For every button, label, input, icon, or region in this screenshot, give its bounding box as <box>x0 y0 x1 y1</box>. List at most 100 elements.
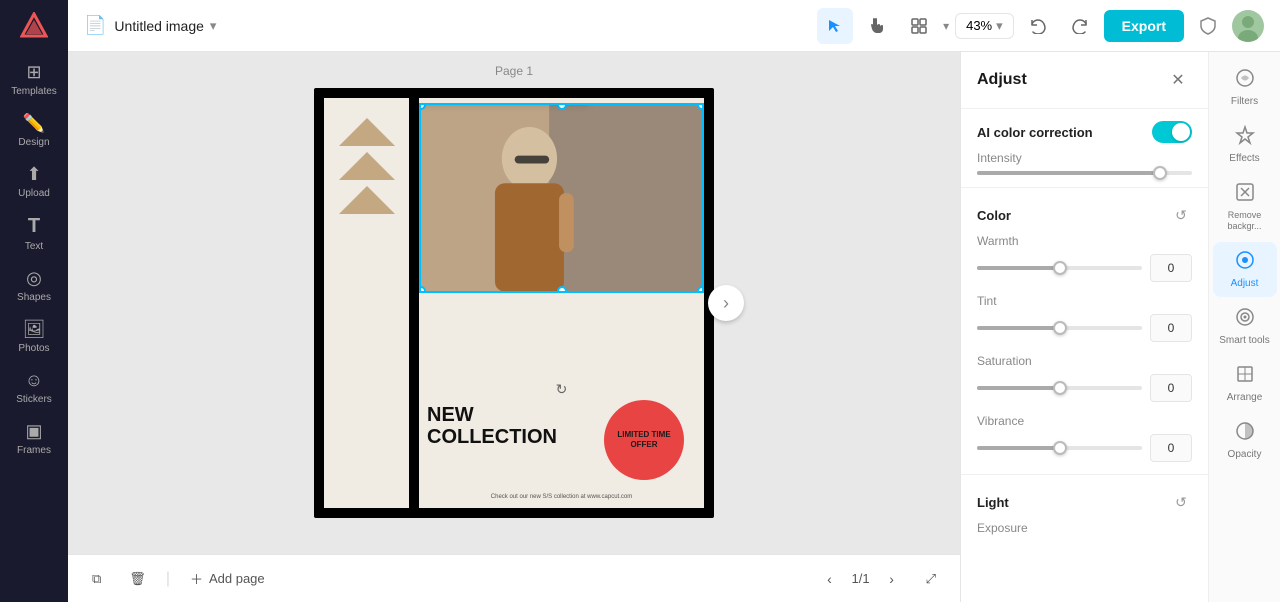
avatar-image <box>1232 10 1264 42</box>
frames-icon: ▣ <box>25 421 42 442</box>
exposure-slider-section: Exposure <box>961 517 1208 549</box>
smart-tools-tool[interactable]: Smart tools <box>1213 299 1277 354</box>
warmth-slider-section: Warmth 0 <box>961 230 1208 290</box>
saturation-value[interactable]: 0 <box>1150 374 1192 402</box>
sidebar-item-templates[interactable]: ⊞ Templates <box>6 56 62 103</box>
saturation-fill <box>977 386 1060 390</box>
triangle-2 <box>339 152 395 180</box>
design-left-panel <box>324 98 409 508</box>
expand-button[interactable]: ⤢ <box>918 567 944 591</box>
sidebar-item-upload[interactable]: ⬆ Upload <box>6 158 62 205</box>
sidebar-item-photos[interactable]: 🖼 Photos <box>6 313 62 360</box>
topbar: 📄 Untitled image ▾ ▾ 43% ▾ Export <box>68 0 1280 52</box>
shield-icon-button[interactable] <box>1190 8 1226 44</box>
duplicate-icon: ⧉ <box>92 571 101 587</box>
add-page-button[interactable]: ＋ Add page <box>182 565 273 592</box>
app-logo[interactable] <box>16 8 52 44</box>
export-button[interactable]: Export <box>1104 10 1184 42</box>
intensity-slider-row <box>977 171 1192 175</box>
shapes-icon: ◎ <box>26 268 42 289</box>
handle-bl[interactable] <box>419 286 426 293</box>
sidebar-item-design[interactable]: ✏️ Design <box>6 107 62 154</box>
tint-value[interactable]: 0 <box>1150 314 1192 342</box>
color-reset-button[interactable]: ↺ <box>1170 204 1192 226</box>
vibrance-thumb[interactable] <box>1053 441 1067 455</box>
sidebar-item-shapes[interactable]: ◎ Shapes <box>6 262 62 309</box>
photo-svg <box>421 105 702 291</box>
remove-bg-tool[interactable]: Remove backgr... <box>1213 174 1277 240</box>
trash-button[interactable]: 🗑 <box>121 567 154 591</box>
user-avatar[interactable] <box>1232 10 1264 42</box>
handle-br[interactable] <box>697 286 704 293</box>
divider: | <box>166 570 170 588</box>
layout-chevron[interactable]: ▾ <box>943 19 949 33</box>
opacity-tool[interactable]: Opacity <box>1213 413 1277 468</box>
redo-button[interactable] <box>1062 8 1098 44</box>
select-tool-button[interactable] <box>817 8 853 44</box>
title-chevron-icon[interactable]: ▾ <box>210 18 217 34</box>
vibrance-label: Vibrance <box>977 414 1192 428</box>
design-inner: @CapCut ••• LIMITED TI <box>419 98 704 508</box>
vibrance-slider-row: 0 <box>977 434 1192 462</box>
new-collection-text[interactable]: NEW COLLECTION <box>427 404 704 448</box>
tint-track[interactable] <box>977 326 1142 330</box>
tint-fill <box>977 326 1060 330</box>
tint-slider-row: 0 <box>977 314 1192 342</box>
zoom-control[interactable]: 43% ▾ <box>955 13 1014 39</box>
divider-2 <box>961 474 1208 475</box>
left-sidebar: ⊞ Templates ✏️ Design ⬆ Upload T Text ◎ … <box>0 0 68 602</box>
close-button[interactable]: ✕ <box>1164 66 1192 94</box>
arrange-tool[interactable]: Arrange <box>1213 356 1277 411</box>
divider-1 <box>961 187 1208 188</box>
filters-tool[interactable]: Filters <box>1213 60 1277 115</box>
adjust-tool[interactable]: Adjust <box>1213 242 1277 297</box>
sidebar-item-frames[interactable]: ▣ Frames <box>6 415 62 462</box>
file-icon: 📄 <box>84 15 106 36</box>
smart-tools-icon <box>1235 307 1255 332</box>
canvas-wrapper[interactable]: @CapCut ••• LIMITED TI <box>314 88 714 518</box>
undo-button[interactable] <box>1020 8 1056 44</box>
sidebar-item-stickers[interactable]: ☺ Stickers <box>6 364 62 411</box>
add-page-icon: ＋ <box>190 569 203 588</box>
warmth-value[interactable]: 0 <box>1150 254 1192 282</box>
handle-tr[interactable] <box>697 103 704 110</box>
saturation-label: Saturation <box>977 354 1192 368</box>
vibrance-track[interactable] <box>977 446 1142 450</box>
effects-tool[interactable]: Effects <box>1213 117 1277 172</box>
vibrance-value[interactable]: 0 <box>1150 434 1192 462</box>
intensity-thumb[interactable] <box>1153 166 1167 180</box>
ai-correction-toggle[interactable] <box>1152 121 1192 143</box>
redo-icon <box>1072 18 1088 34</box>
light-label: Light <box>977 495 1009 510</box>
opacity-icon <box>1235 421 1255 446</box>
next-page-arrow[interactable]: › <box>708 285 744 321</box>
warmth-thumb[interactable] <box>1053 261 1067 275</box>
next-page-button[interactable]: › <box>878 565 906 593</box>
zoom-chevron-icon: ▾ <box>996 18 1003 34</box>
light-section-row: Light ↺ <box>961 479 1208 517</box>
undo-icon <box>1030 18 1046 34</box>
layout-tool-button[interactable] <box>901 8 937 44</box>
intensity-track[interactable] <box>977 171 1192 175</box>
canvas-area: Page 1 <box>68 52 960 554</box>
light-reset-button[interactable]: ↺ <box>1170 491 1192 513</box>
effects-icon <box>1235 125 1255 150</box>
ai-correction-row: AI color correction <box>961 109 1208 147</box>
prev-page-button[interactable]: ‹ <box>816 565 844 593</box>
hand-tool-button[interactable] <box>859 8 895 44</box>
saturation-track[interactable] <box>977 386 1142 390</box>
handle-bc[interactable] <box>557 286 567 293</box>
refresh-icon-canvas[interactable]: ↻ <box>556 381 568 398</box>
templates-icon: ⊞ <box>26 62 41 83</box>
page-navigation: ‹ 1/1 › <box>816 565 906 593</box>
sidebar-item-text[interactable]: T Text <box>6 209 62 258</box>
tint-thumb[interactable] <box>1053 321 1067 335</box>
color-section-row: Color ↺ <box>961 192 1208 230</box>
photo-element[interactable]: @CapCut ••• <box>419 103 704 293</box>
duplicate-button[interactable]: ⧉ <box>84 567 109 591</box>
warmth-track[interactable] <box>977 266 1142 270</box>
saturation-thumb[interactable] <box>1053 381 1067 395</box>
warmth-slider-row: 0 <box>977 254 1192 282</box>
text-icon: T <box>28 215 40 238</box>
vibrance-fill <box>977 446 1060 450</box>
